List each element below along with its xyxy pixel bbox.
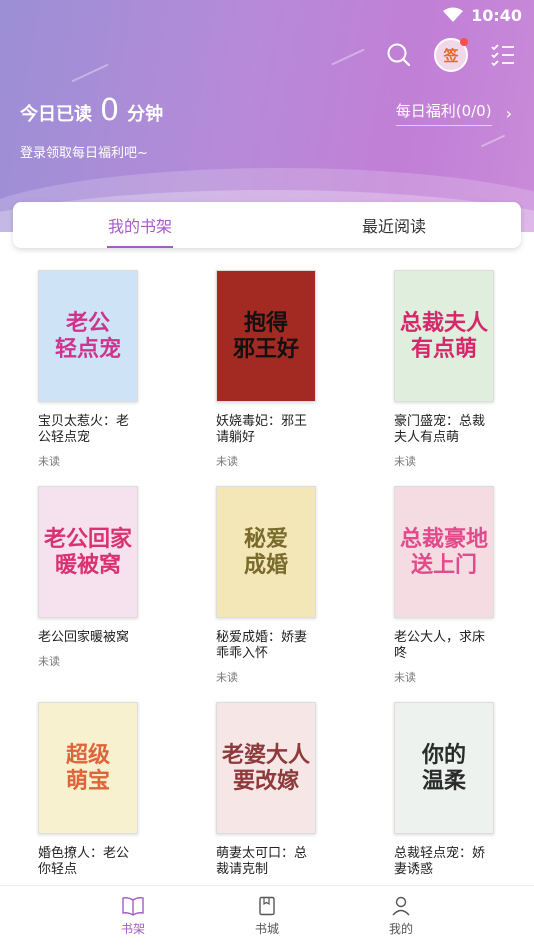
nav-bookshelf-label: 书架: [120, 922, 145, 936]
book-item[interactable]: 超级 萌宝 婚色撩人：老公你轻点: [38, 702, 168, 878]
book-cover[interactable]: 老婆大人 要改嫁: [216, 702, 316, 834]
task-list-button[interactable]: [486, 38, 520, 72]
sign-in-label: 签: [443, 46, 459, 65]
search-icon: [387, 43, 410, 66]
cover-title: 总裁夫人 有点萌: [399, 310, 488, 362]
search-button[interactable]: [382, 38, 416, 72]
book-title: 老公回家暖被窝: [38, 630, 130, 645]
cover-title: 抱得 邪王好: [232, 310, 299, 362]
book-cover[interactable]: 总裁夫人 有点萌: [394, 270, 494, 402]
book-status: 未读: [394, 671, 416, 684]
book-item[interactable]: 老公回家 暖被窝 老公回家暖被窝 未读: [38, 486, 168, 669]
login-tip[interactable]: 登录领取每日福利吧~: [20, 142, 148, 161]
bottom-nav: 书架 书城 我的: [0, 885, 534, 949]
book-status: 未读: [38, 455, 60, 468]
nav-bookshelf[interactable]: 书架: [111, 896, 155, 949]
book-title: 妖娆毒妃：邪王请躺好: [216, 414, 308, 445]
top-actions: 签: [382, 38, 520, 72]
wifi-icon: [443, 7, 464, 22]
book-title: 秘爱成婚：娇妻乖乖入怀: [216, 630, 308, 661]
book-cover[interactable]: 你的 温柔: [394, 702, 494, 834]
chevron-right-icon: ›: [505, 103, 512, 123]
tab-my-shelf[interactable]: 我的书架: [13, 202, 267, 248]
book-cover[interactable]: 老公 轻点宠: [38, 270, 138, 402]
sign-in-button[interactable]: 签: [434, 38, 468, 72]
read-suffix: 分钟: [127, 104, 164, 125]
cover-title: 超级 萌宝: [65, 742, 110, 794]
book-title: 婚色撩人：老公你轻点: [38, 846, 130, 877]
book-item[interactable]: 秘爱 成婚 秘爱成婚：娇妻乖乖入怀 未读: [216, 486, 346, 685]
book-item[interactable]: 你的 温柔 总裁轻点宠：娇妻诱惑: [394, 702, 524, 878]
book-cover[interactable]: 老公回家 暖被窝: [38, 486, 138, 618]
book-title: 萌妻太可口：总裁请克制: [216, 846, 308, 877]
decor-streak: [480, 134, 506, 148]
book-cover[interactable]: 抱得 邪王好: [216, 270, 316, 402]
cover-title: 老公 轻点宠: [54, 310, 121, 362]
notification-dot: [460, 38, 468, 46]
status-time: 10:40: [471, 5, 522, 25]
book-cover[interactable]: 总裁豪地 送上门: [394, 486, 494, 618]
cover-title: 秘爱 成婚: [243, 526, 288, 578]
status-bar: 10:40: [0, 0, 534, 30]
book-cover[interactable]: 超级 萌宝: [38, 702, 138, 834]
nav-profile[interactable]: 我的: [379, 896, 423, 949]
cover-title: 老婆大人 要改嫁: [221, 742, 310, 794]
book-cover[interactable]: 秘爱 成婚: [216, 486, 316, 618]
book-title: 总裁轻点宠：娇妻诱惑: [394, 846, 486, 877]
book-status: 未读: [38, 655, 60, 668]
nav-bookstore-label: 书城: [254, 922, 279, 936]
decor-streak: [331, 48, 365, 66]
checklist-icon: [491, 44, 514, 67]
read-prefix: 今日已读: [20, 104, 92, 125]
book-title: 豪门盛宠：总裁夫人有点萌: [394, 414, 486, 445]
today-read-summary: 今日已读 0 分钟: [20, 96, 163, 126]
cover-title: 总裁豪地 送上门: [399, 526, 488, 578]
book-title: 老公大人，求床咚: [394, 630, 486, 661]
daily-welfare-label: 每日福利(0/0): [395, 100, 492, 126]
book-status: 未读: [216, 455, 238, 468]
bookstore-icon: [259, 896, 275, 916]
cover-title: 老公回家 暖被窝: [43, 526, 132, 578]
daily-welfare-link[interactable]: 每日福利(0/0) ›: [395, 100, 512, 126]
user-icon: [392, 896, 410, 916]
nav-profile-label: 我的: [388, 922, 413, 936]
book-item[interactable]: 抱得 邪王好 妖娆毒妃：邪王请躺好 未读: [216, 270, 346, 469]
book-item[interactable]: 老婆大人 要改嫁 萌妻太可口：总裁请克制: [216, 702, 346, 878]
book-item[interactable]: 总裁豪地 送上门 老公大人，求床咚 未读: [394, 486, 524, 685]
decor-streak: [71, 63, 109, 83]
shelf-tabs: 我的书架 最近阅读: [13, 202, 521, 248]
read-minutes: 0: [100, 93, 120, 128]
cover-title: 你的 温柔: [421, 742, 466, 794]
book-status: 未读: [216, 671, 238, 684]
book-open-icon: [122, 897, 144, 916]
book-status: 未读: [394, 455, 416, 468]
tab-recent-reading[interactable]: 最近阅读: [267, 202, 521, 248]
book-item[interactable]: 老公 轻点宠 宝贝太惹火：老公轻点宠 未读: [38, 270, 168, 469]
book-title: 宝贝太惹火：老公轻点宠: [38, 414, 130, 445]
book-item[interactable]: 总裁夫人 有点萌 豪门盛宠：总裁夫人有点萌 未读: [394, 270, 524, 469]
nav-bookstore[interactable]: 书城: [245, 896, 289, 949]
